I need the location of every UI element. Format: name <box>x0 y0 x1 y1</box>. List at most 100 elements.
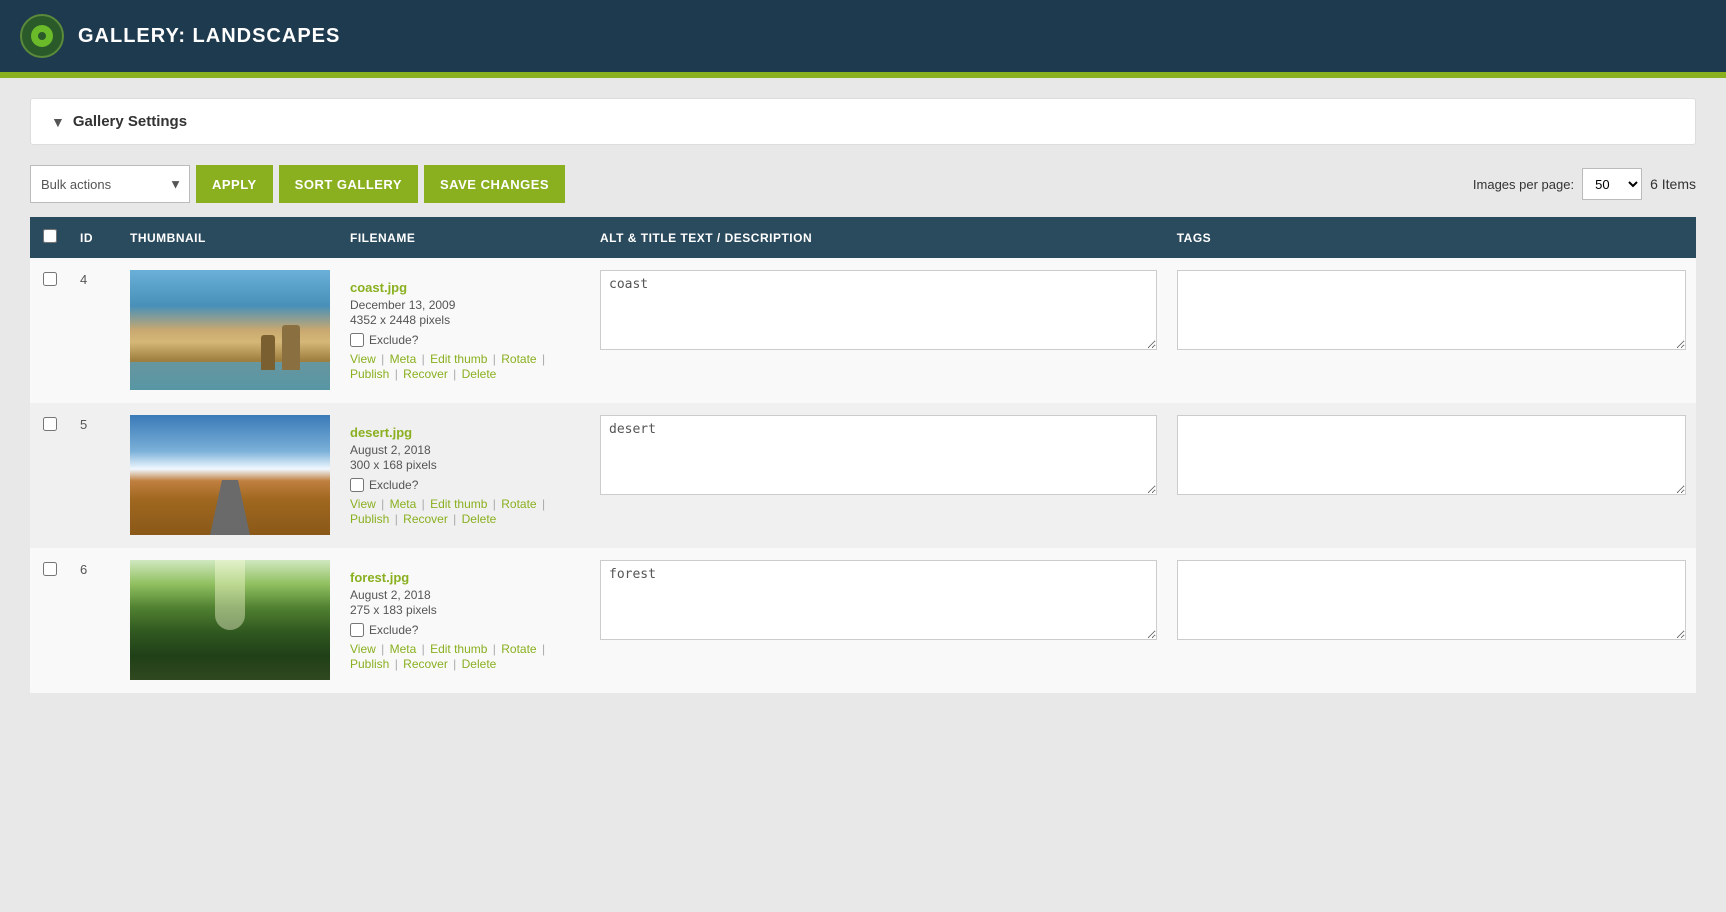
action-editthumb-forest[interactable]: Edit thumb <box>430 642 487 656</box>
actions-desert: View | Meta | Edit thumb | Rotate | Publ… <box>350 492 580 536</box>
alt-textarea-coast[interactable]: coast <box>600 270 1157 350</box>
action-recover-desert[interactable]: Recover <box>403 512 448 526</box>
file-name-coast[interactable]: coast.jpg <box>350 280 407 295</box>
sep: | <box>391 367 401 381</box>
settings-arrow: ▼ <box>51 114 65 130</box>
action-view-desert[interactable]: View <box>350 497 376 511</box>
main-content: ▼ Gallery Settings Bulk actions ▼ APPLY … <box>0 78 1726 912</box>
app-logo <box>20 14 64 58</box>
exclude-row-coast: Exclude? <box>350 333 580 347</box>
actions-forest: View | Meta | Edit thumb | Rotate | Publ… <box>350 637 580 681</box>
row-checkbox[interactable] <box>43 562 57 576</box>
file-date-desert: August 2, 2018 <box>350 443 580 457</box>
action-view-forest[interactable]: View <box>350 642 376 656</box>
sep: | <box>418 642 428 656</box>
row-id: 4 <box>70 258 120 403</box>
col-checkbox <box>30 217 70 258</box>
row-checkbox[interactable] <box>43 272 57 286</box>
settings-title: Gallery Settings <box>73 113 187 130</box>
action-rotate-coast[interactable]: Rotate <box>501 352 536 366</box>
save-changes-button[interactable]: SAVE CHANGES <box>424 165 565 203</box>
table-header-row: ID THUMBNAIL FILENAME ALT & TITLE TEXT /… <box>30 217 1696 258</box>
sep: | <box>539 497 545 511</box>
row-checkbox-cell <box>30 548 70 693</box>
apply-button[interactable]: APPLY <box>196 165 273 203</box>
alt-textarea-desert[interactable]: desert <box>600 415 1157 495</box>
sort-gallery-button[interactable]: SORT GALLERY <box>279 165 418 203</box>
action-editthumb-desert[interactable]: Edit thumb <box>430 497 487 511</box>
action-delete-desert[interactable]: Delete <box>462 512 497 526</box>
row-checkbox[interactable] <box>43 417 57 431</box>
tags-textarea-forest[interactable] <box>1177 560 1686 640</box>
file-date-forest: August 2, 2018 <box>350 588 580 602</box>
action-publish-desert[interactable]: Publish <box>350 512 389 526</box>
exclude-label-forest: Exclude? <box>369 623 418 637</box>
file-name-desert[interactable]: desert.jpg <box>350 425 412 440</box>
actions-coast: View | Meta | Edit thumb | Rotate | Publ… <box>350 347 580 391</box>
logo-inner <box>31 25 53 47</box>
alt-textarea-forest[interactable]: forest <box>600 560 1157 640</box>
toolbar-right: Images per page: 50 25 100 6 Items <box>1473 168 1696 200</box>
exclude-label-coast: Exclude? <box>369 333 418 347</box>
col-id: ID <box>70 217 120 258</box>
tags-textarea-coast[interactable] <box>1177 270 1686 350</box>
action-meta-desert[interactable]: Meta <box>390 497 417 511</box>
action-recover-coast[interactable]: Recover <box>403 367 448 381</box>
action-editthumb-coast[interactable]: Edit thumb <box>430 352 487 366</box>
select-all-checkbox[interactable] <box>43 229 57 243</box>
exclude-checkbox-desert[interactable] <box>350 478 364 492</box>
action-publish-coast[interactable]: Publish <box>350 367 389 381</box>
thumbnail-desert <box>130 415 330 535</box>
tags-textarea-desert[interactable] <box>1177 415 1686 495</box>
gallery-table: ID THUMBNAIL FILENAME ALT & TITLE TEXT /… <box>30 217 1696 693</box>
table-row: 6 forest.jpg August 2, 2018 275 x 183 pi… <box>30 548 1696 693</box>
sep: | <box>450 512 460 526</box>
row-fileinfo-cell: desert.jpg August 2, 2018 300 x 168 pixe… <box>340 403 590 548</box>
exclude-label-desert: Exclude? <box>369 478 418 492</box>
exclude-checkbox-coast[interactable] <box>350 333 364 347</box>
row-tags-cell-coast <box>1167 258 1696 403</box>
table-row: 4 coast.jpg December 13, 2009 4352 x 244… <box>30 258 1696 403</box>
row-fileinfo-cell: forest.jpg August 2, 2018 275 x 183 pixe… <box>340 548 590 693</box>
logo-dot <box>38 32 46 40</box>
row-alt-cell-forest: forest <box>590 548 1167 693</box>
table-row: 5 desert.jpg August 2, 2018 300 x 168 pi… <box>30 403 1696 548</box>
file-dimensions-forest: 275 x 183 pixels <box>350 603 580 617</box>
bulk-actions-select[interactable]: Bulk actions <box>30 165 190 203</box>
action-delete-forest[interactable]: Delete <box>462 657 497 671</box>
row-thumbnail-cell <box>120 548 340 693</box>
col-filename: FILENAME <box>340 217 590 258</box>
sep: | <box>378 497 388 511</box>
items-count: 6 Items <box>1650 176 1696 192</box>
row-checkbox-cell <box>30 258 70 403</box>
action-recover-forest[interactable]: Recover <box>403 657 448 671</box>
coast-rock1 <box>282 325 300 370</box>
action-meta-forest[interactable]: Meta <box>390 642 417 656</box>
action-rotate-desert[interactable]: Rotate <box>501 497 536 511</box>
action-meta-coast[interactable]: Meta <box>390 352 417 366</box>
sep: | <box>450 657 460 671</box>
file-name-forest[interactable]: forest.jpg <box>350 570 409 585</box>
row-thumbnail-cell <box>120 403 340 548</box>
toolbar: Bulk actions ▼ APPLY SORT GALLERY SAVE C… <box>30 165 1696 203</box>
sep: | <box>378 352 388 366</box>
action-view-coast[interactable]: View <box>350 352 376 366</box>
action-publish-forest[interactable]: Publish <box>350 657 389 671</box>
col-tags: TAGS <box>1167 217 1696 258</box>
file-info-desert: desert.jpg August 2, 2018 300 x 168 pixe… <box>350 415 580 492</box>
file-date-coast: December 13, 2009 <box>350 298 580 312</box>
file-dimensions-coast: 4352 x 2448 pixels <box>350 313 580 327</box>
sep: | <box>378 642 388 656</box>
sep: | <box>489 352 499 366</box>
row-alt-cell-coast: coast <box>590 258 1167 403</box>
sep: | <box>418 497 428 511</box>
action-delete-coast[interactable]: Delete <box>462 367 497 381</box>
file-info-coast: coast.jpg December 13, 2009 4352 x 2448 … <box>350 270 580 347</box>
row-checkbox-cell <box>30 403 70 548</box>
thumbnail-forest <box>130 560 330 680</box>
thumbnail-coast <box>130 270 330 390</box>
action-rotate-forest[interactable]: Rotate <box>501 642 536 656</box>
per-page-select[interactable]: 50 25 100 <box>1582 168 1642 200</box>
exclude-checkbox-forest[interactable] <box>350 623 364 637</box>
row-tags-cell-forest <box>1167 548 1696 693</box>
